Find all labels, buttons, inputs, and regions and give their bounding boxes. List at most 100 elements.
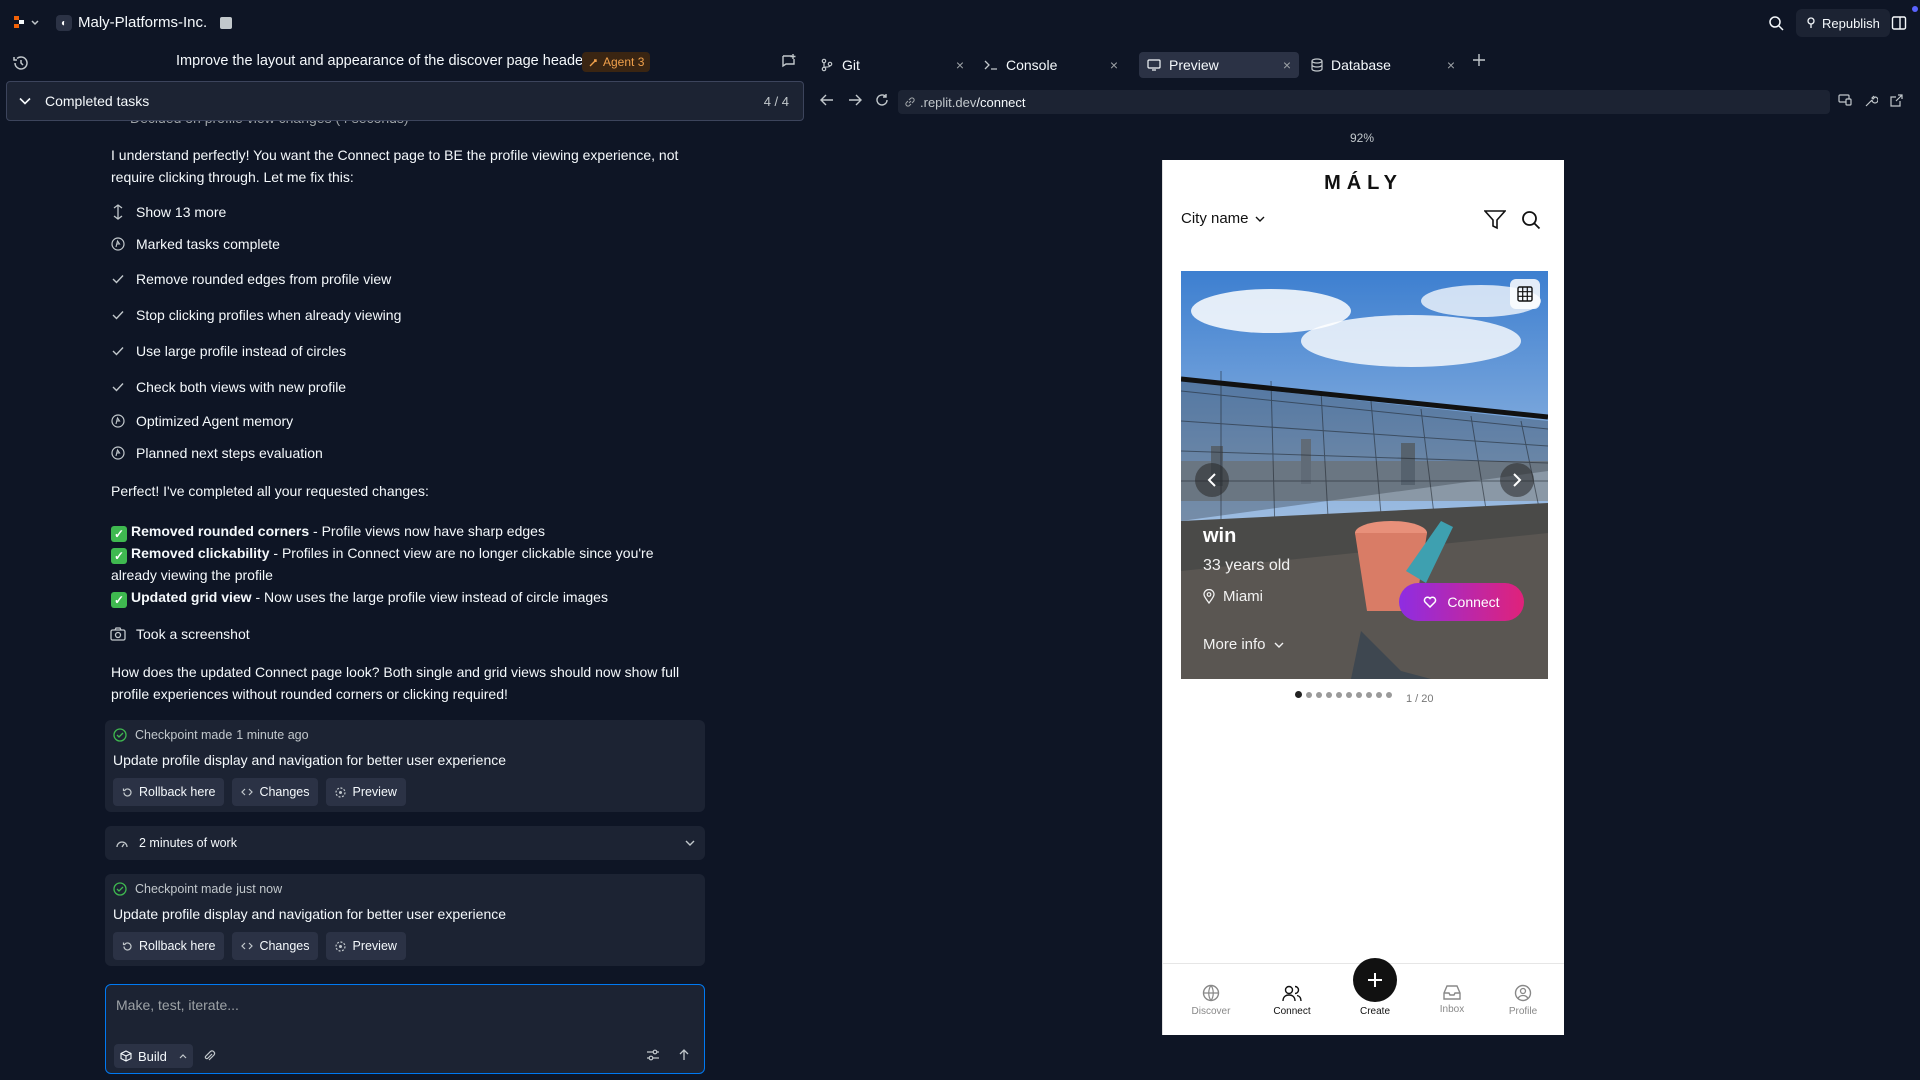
checkmark-emoji-icon: ✓ bbox=[111, 592, 127, 608]
grid-view-icon[interactable] bbox=[1510, 279, 1540, 309]
workspace-name[interactable]: Maly-Platforms-Inc. bbox=[78, 14, 207, 31]
close-icon[interactable]: × bbox=[956, 57, 964, 73]
agent-step-label: Stop clicking profiles when already view… bbox=[136, 307, 402, 323]
city-selector[interactable]: City name bbox=[1181, 210, 1265, 227]
create-button[interactable] bbox=[1353, 958, 1397, 1002]
change-item: ✓ Updated grid view - Now uses the large … bbox=[111, 586, 691, 608]
tab-preview[interactable]: Preview × bbox=[1139, 52, 1299, 78]
agent-step: Marked tasks complete bbox=[110, 236, 280, 252]
nav-inbox[interactable]: Inbox bbox=[1422, 984, 1482, 1015]
preview-button[interactable]: Preview bbox=[326, 932, 406, 960]
screenshot-step: Took a screenshot bbox=[110, 626, 250, 642]
checkpoint-title: Update profile display and navigation fo… bbox=[113, 906, 507, 922]
nav-profile[interactable]: Profile bbox=[1493, 984, 1553, 1017]
republish-button[interactable]: Republish bbox=[1796, 9, 1890, 37]
agent-step-icon bbox=[110, 413, 126, 429]
back-arrow-icon[interactable] bbox=[820, 94, 834, 106]
pagination-dot[interactable] bbox=[1316, 691, 1322, 698]
check-icon bbox=[110, 307, 126, 323]
gauge-icon bbox=[115, 837, 129, 849]
compass-icon bbox=[1202, 984, 1220, 1002]
check-icon bbox=[110, 271, 126, 287]
work-duration-bar[interactable]: 2 minutes of work bbox=[105, 826, 705, 860]
settings-sliders-icon[interactable] bbox=[646, 1049, 660, 1061]
close-icon[interactable]: × bbox=[1283, 57, 1291, 73]
pagination-dot[interactable] bbox=[1295, 691, 1302, 698]
inbox-icon bbox=[1443, 984, 1461, 1000]
agent-step-icon bbox=[110, 445, 126, 461]
pagination-dot[interactable] bbox=[1386, 691, 1392, 698]
pagination-dot[interactable] bbox=[1336, 691, 1342, 698]
database-icon bbox=[1311, 58, 1323, 72]
check-circle-icon bbox=[113, 728, 127, 742]
heart-icon bbox=[1423, 596, 1437, 608]
external-link-icon[interactable] bbox=[1890, 94, 1903, 107]
checkpoint-time: just now bbox=[236, 882, 283, 896]
checkpoint-header: Checkpoint made just now bbox=[113, 882, 697, 896]
summary-intro: Perfect! I've completed all your request… bbox=[111, 483, 429, 499]
chevron-up-icon bbox=[179, 1053, 187, 1059]
forward-arrow-icon[interactable] bbox=[848, 94, 862, 106]
completed-tasks-bar[interactable]: Completed tasks 4 / 4 bbox=[6, 81, 804, 121]
send-arrow-icon[interactable] bbox=[678, 1049, 690, 1061]
url-bar[interactable]: .replit.dev/connect bbox=[898, 90, 1830, 114]
more-info-button[interactable]: More info bbox=[1203, 636, 1284, 653]
stop-icon[interactable] bbox=[220, 17, 232, 29]
checkpoint-card: Checkpoint made 1 minute ago Update prof… bbox=[105, 720, 705, 812]
close-icon[interactable]: × bbox=[1447, 57, 1455, 73]
agent-step: Optimized Agent memory bbox=[110, 413, 293, 429]
history-icon[interactable] bbox=[12, 54, 30, 72]
agent-badge-label: Agent 3 bbox=[603, 55, 645, 69]
tab-label: Database bbox=[1331, 57, 1391, 73]
tab-database[interactable]: Database × bbox=[1303, 52, 1463, 78]
agent-step: Remove rounded edges from profile view bbox=[110, 271, 391, 287]
change-item: ✓ Removed rounded corners - Profile views… bbox=[111, 520, 691, 542]
deploy-icon bbox=[1806, 17, 1816, 29]
next-photo-button[interactable] bbox=[1500, 463, 1534, 497]
nav-connect[interactable]: Connect bbox=[1262, 984, 1322, 1017]
nav-discover[interactable]: Discover bbox=[1181, 984, 1241, 1017]
replit-menu-icon[interactable] bbox=[14, 15, 42, 31]
filter-icon[interactable] bbox=[1484, 210, 1506, 230]
build-mode-button[interactable]: Build bbox=[114, 1044, 193, 1068]
preview-button[interactable]: Preview bbox=[326, 778, 406, 806]
pagination-dot[interactable] bbox=[1346, 691, 1352, 698]
rollback-button[interactable]: Rollback here bbox=[113, 932, 225, 960]
search-icon[interactable] bbox=[1768, 15, 1784, 31]
photo-pagination-dots bbox=[1295, 691, 1392, 698]
previous-photo-button[interactable] bbox=[1195, 463, 1229, 497]
tab-git[interactable]: Git × bbox=[812, 52, 972, 78]
devices-icon[interactable] bbox=[1838, 94, 1852, 106]
toggle-layout-icon[interactable] bbox=[1891, 15, 1907, 31]
agent-step-label: Remove rounded edges from profile view bbox=[136, 271, 392, 287]
changes-button[interactable]: Changes bbox=[232, 778, 319, 806]
close-icon[interactable]: × bbox=[1110, 57, 1118, 73]
completed-tasks-label: Completed tasks bbox=[45, 93, 150, 109]
checkpoint-label: Checkpoint made bbox=[135, 882, 233, 896]
pagination-dot[interactable] bbox=[1326, 691, 1332, 698]
rollback-button[interactable]: Rollback here bbox=[113, 778, 225, 806]
pagination-dot[interactable] bbox=[1376, 691, 1382, 698]
checkmark-emoji-icon: ✓ bbox=[111, 548, 127, 564]
chat-input[interactable]: Make, test, iterate... Build bbox=[105, 984, 705, 1074]
pagination-dot[interactable] bbox=[1356, 691, 1362, 698]
refresh-icon[interactable] bbox=[875, 93, 889, 107]
url-path: /connect bbox=[976, 94, 1026, 110]
devtools-wrench-icon[interactable] bbox=[1864, 94, 1878, 108]
new-chat-icon[interactable] bbox=[781, 53, 797, 69]
tab-console[interactable]: Console × bbox=[976, 52, 1126, 78]
connect-button[interactable]: Connect bbox=[1399, 583, 1524, 621]
search-icon[interactable] bbox=[1521, 210, 1541, 230]
checkpoint-header: Checkpoint made 1 minute ago bbox=[113, 728, 697, 742]
chevron-left-icon bbox=[1207, 473, 1217, 487]
changes-button[interactable]: Changes bbox=[232, 932, 319, 960]
pagination-dot[interactable] bbox=[1366, 691, 1372, 698]
paperclip-icon[interactable] bbox=[202, 1049, 216, 1063]
agent-step-label: Check both views with new profile bbox=[136, 379, 347, 395]
agent-step: Stop clicking profiles when already view… bbox=[110, 307, 401, 323]
show-more-button[interactable]: Show 13 more bbox=[110, 204, 226, 220]
add-tab-icon[interactable] bbox=[1472, 53, 1486, 67]
check-circle-icon bbox=[113, 882, 127, 896]
pagination-dot[interactable] bbox=[1306, 691, 1312, 698]
show-more-label: Show 13 more bbox=[136, 204, 227, 220]
